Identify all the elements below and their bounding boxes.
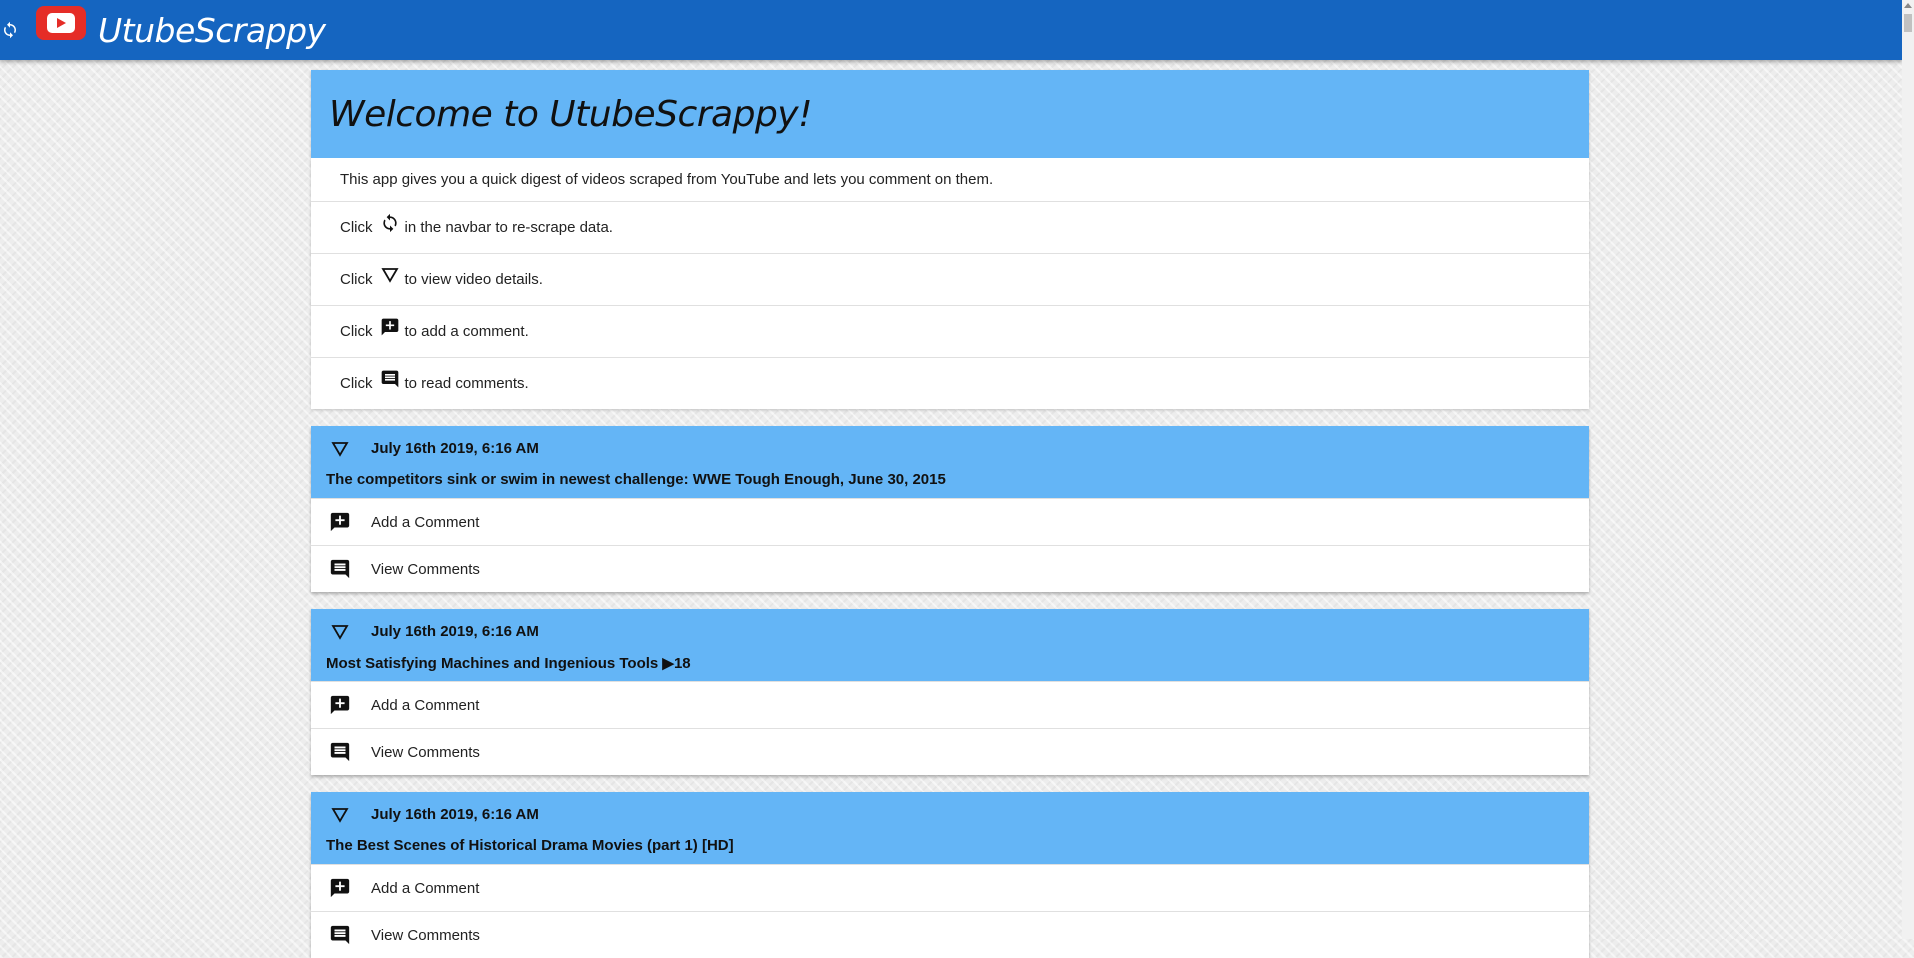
instruction-prefix: Click xyxy=(340,323,373,340)
navbar: UtubeScrappy xyxy=(0,0,1902,60)
add-comment-label: Add a Comment xyxy=(371,513,480,531)
instruction-suffix: in the navbar to re-scrape data. xyxy=(404,219,613,236)
instruction-suffix: to read comments. xyxy=(404,375,529,392)
video-title: The competitors sink or swim in newest c… xyxy=(326,471,946,488)
intro-text: This app gives you a quick digest of vid… xyxy=(340,171,994,188)
instruction-prefix: Click xyxy=(340,219,373,236)
add-comment-label: Add a Comment xyxy=(371,696,480,714)
brand-title[interactable]: UtubeScrappy xyxy=(98,11,326,50)
comment-icon xyxy=(329,924,351,946)
video-card-header: July 16th 2019, 6:16 AM The competitors … xyxy=(311,426,1589,498)
scrollbar-thumb[interactable] xyxy=(1904,14,1912,32)
instruction-read-comments: Click to read comments. xyxy=(311,357,1589,409)
comment-icon xyxy=(329,741,351,763)
instruction-suffix: to view video details. xyxy=(404,271,543,288)
comment-icon xyxy=(329,558,351,580)
instruction-suffix: to add a comment. xyxy=(404,323,529,340)
welcome-card: Welcome to UtubeScrappy! This app gives … xyxy=(311,70,1589,409)
video-title: Most Satisfying Machines and Ingenious T… xyxy=(326,655,691,672)
instruction-prefix: Click xyxy=(340,271,373,288)
welcome-intro: This app gives you a quick digest of vid… xyxy=(311,158,1589,201)
view-comments-label: View Comments xyxy=(371,560,480,578)
triangle-down-icon[interactable] xyxy=(329,438,351,460)
video-card-header: July 16th 2019, 6:16 AM Most Satisfying … xyxy=(311,609,1589,681)
instruction-refresh: Click in the navbar to re-scrape data. xyxy=(311,201,1589,253)
view-comments-button[interactable]: View Comments xyxy=(311,545,1589,592)
youtube-logo-icon[interactable] xyxy=(36,6,86,40)
instruction-add-comment: Click to add a comment. xyxy=(311,305,1589,357)
video-card-header: July 16th 2019, 6:16 AM The Best Scenes … xyxy=(311,792,1589,864)
welcome-header: Welcome to UtubeScrappy! xyxy=(311,70,1589,158)
add-comment-label: Add a Comment xyxy=(371,879,480,897)
video-title: The Best Scenes of Historical Drama Movi… xyxy=(326,837,734,854)
video-card: July 16th 2019, 6:16 AM Most Satisfying … xyxy=(311,609,1589,775)
video-card: July 16th 2019, 6:16 AM The competitors … xyxy=(311,426,1589,592)
triangle-down-icon[interactable] xyxy=(329,621,351,643)
main-container: Welcome to UtubeScrappy! This app gives … xyxy=(311,70,1589,958)
video-date: July 16th 2019, 6:16 AM xyxy=(371,440,539,457)
view-comments-label: View Comments xyxy=(371,743,480,761)
scrollbar[interactable] xyxy=(1902,0,1914,939)
refresh-icon xyxy=(379,212,401,234)
instruction-details: Click to view video details. xyxy=(311,253,1589,305)
view-comments-label: View Comments xyxy=(371,926,480,944)
add-comment-button[interactable]: Add a Comment xyxy=(311,681,1589,728)
instruction-prefix: Click xyxy=(340,375,373,392)
add-comment-button[interactable]: Add a Comment xyxy=(311,864,1589,911)
welcome-title: Welcome to UtubeScrappy! xyxy=(329,93,813,135)
comment-icon xyxy=(379,368,401,390)
video-card: July 16th 2019, 6:16 AM The Best Scenes … xyxy=(311,792,1589,958)
scroll-up-arrow-icon[interactable] xyxy=(1904,3,1912,8)
video-date: July 16th 2019, 6:16 AM xyxy=(371,623,539,640)
add-comment-icon xyxy=(329,694,351,716)
view-comments-button[interactable]: View Comments xyxy=(311,911,1589,958)
video-date: July 16th 2019, 6:16 AM xyxy=(371,806,539,823)
triangle-down-icon[interactable] xyxy=(329,804,351,826)
triangle-down-icon xyxy=(379,264,401,286)
view-comments-button[interactable]: View Comments xyxy=(311,728,1589,775)
add-comment-icon xyxy=(379,316,401,338)
add-comment-button[interactable]: Add a Comment xyxy=(311,498,1589,545)
add-comment-icon xyxy=(329,511,351,533)
add-comment-icon xyxy=(329,877,351,899)
refresh-icon[interactable] xyxy=(0,20,20,40)
